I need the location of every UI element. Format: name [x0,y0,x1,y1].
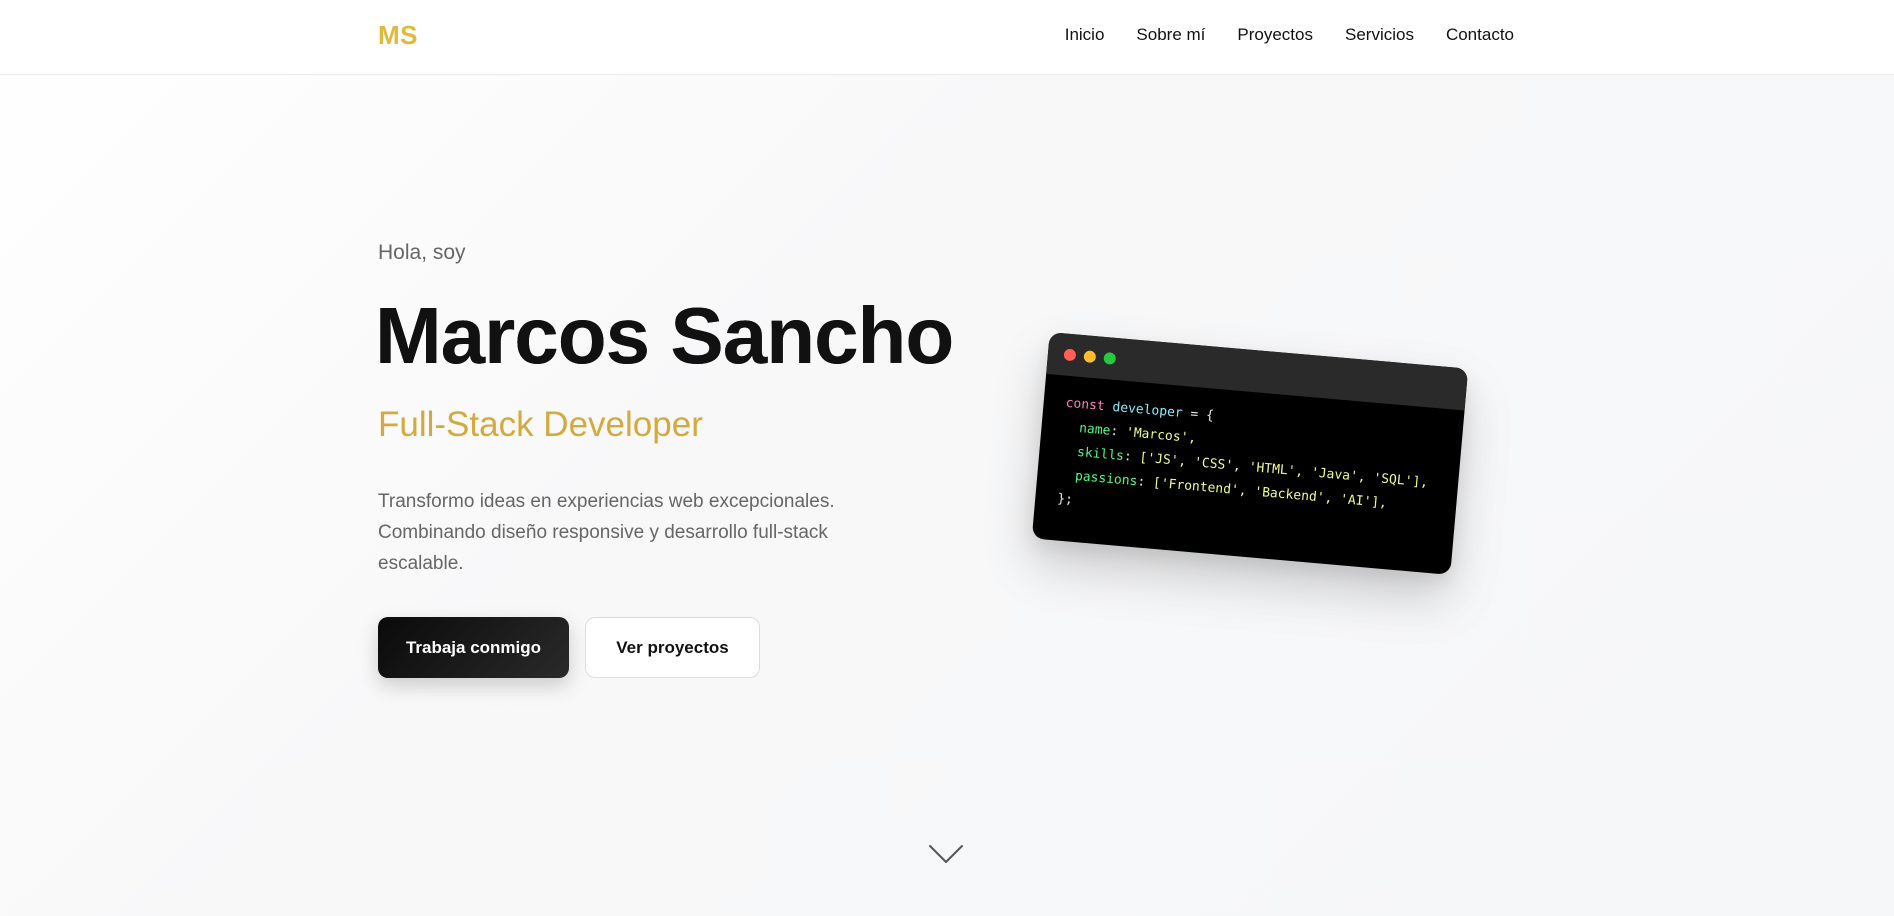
code-close-brace: }; [1056,491,1074,508]
site-header: MS Inicio Sobre mí Proyectos Servicios C… [0,0,1894,75]
code-window: const developer = { name: 'Marcos', skil… [1031,332,1469,575]
code-prop-skills: skills [1076,444,1125,464]
hero-description: Transformo ideas en experiencias web exc… [378,491,835,574]
code-prop-name: name [1078,421,1112,439]
nav-link-servicios[interactable]: Servicios [1345,25,1414,45]
window-close-dot-icon [1063,348,1077,362]
nav-link-inicio[interactable]: Inicio [1065,25,1105,45]
nav-link-sobre-mi[interactable]: Sobre mí [1136,25,1205,45]
hero-role: Full-Stack Developer [378,405,703,444]
code-variable: developer [1111,399,1184,421]
window-minimize-dot-icon [1083,350,1097,364]
work-with-me-button[interactable]: Trabaja conmigo [378,617,569,678]
view-projects-button[interactable]: Ver proyectos [585,617,760,678]
nav-link-contacto[interactable]: Contacto [1446,25,1514,45]
hero-greeting: Hola, soy [378,241,466,264]
hero-name: Marcos Sancho [375,291,954,380]
main-nav: Inicio Sobre mí Proyectos Servicios Cont… [1065,25,1514,45]
nav-link-proyectos[interactable]: Proyectos [1237,25,1313,45]
logo[interactable]: MS [378,20,418,51]
page: MS Inicio Sobre mí Proyectos Servicios C… [0,0,1894,916]
chevron-down-icon[interactable] [928,842,964,866]
code-value-name: 'Marcos', [1125,425,1197,447]
code-keyword: const [1065,395,1106,415]
window-maximize-dot-icon [1103,351,1117,365]
code-open-brace: = { [1182,406,1215,424]
code-prop-passions: passions [1074,468,1139,490]
